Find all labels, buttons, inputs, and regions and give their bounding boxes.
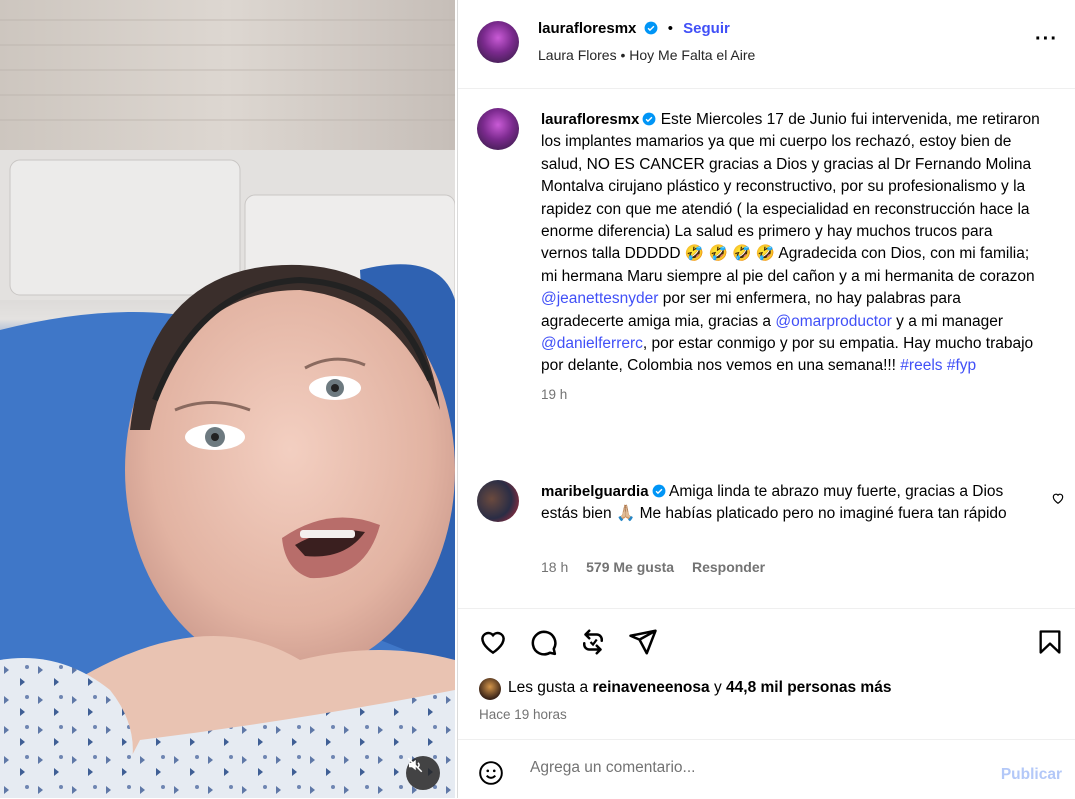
comment-body: maribelguardia Amiga linda te abrazo muy…	[541, 481, 1041, 526]
verified-badge-icon	[652, 484, 665, 498]
caption-time[interactable]: 19 h	[541, 387, 567, 402]
mention-link[interactable]: @omarproductor	[775, 313, 892, 330]
hashtag-link[interactable]: #reels	[900, 357, 942, 374]
likes-summary[interactable]: Les gusta a reinaveneenosa y 44,8 mil pe…	[508, 679, 891, 697]
emoji-icon[interactable]	[478, 760, 504, 786]
author-avatar[interactable]	[477, 21, 519, 63]
post-header: laurafloresmx • Seguir Laura Flores • Ho…	[458, 0, 1075, 89]
mention-link[interactable]: @danielferrerc	[541, 335, 643, 352]
caption-text: Este Miercoles 17 de Junio fui interveni…	[541, 111, 1040, 263]
reel-video[interactable]	[0, 0, 455, 798]
verified-badge-icon	[642, 112, 656, 126]
liker-username[interactable]: reinaveneenosa	[592, 679, 709, 696]
comment-likes[interactable]: 579 Me gusta	[586, 559, 674, 575]
caption-text: y a mi manager	[891, 312, 1004, 330]
follow-button[interactable]: Seguir	[683, 20, 730, 37]
add-comment-bar: Publicar	[458, 739, 1075, 799]
audio-subtitle[interactable]: Laura Flores • Hoy Me Falta el Aire	[538, 47, 755, 63]
post-actions: Les gusta a reinaveneenosa y 44,8 mil pe…	[458, 608, 1075, 739]
share-icon[interactable]	[578, 627, 608, 657]
author-username[interactable]: laurafloresmx	[538, 20, 636, 37]
commenter-avatar[interactable]	[477, 480, 519, 522]
comment-time[interactable]: 18 h	[541, 559, 568, 575]
likes-mid: y	[709, 679, 727, 696]
caption-username[interactable]: laurafloresmx	[541, 111, 639, 128]
comments-scroll[interactable]: laurafloresmx Este Miercoles 17 de Junio…	[458, 89, 1075, 607]
bookmark-icon[interactable]	[1036, 627, 1064, 657]
mute-button[interactable]	[406, 756, 440, 790]
comment-icon[interactable]	[528, 627, 558, 657]
liker-avatar[interactable]	[479, 678, 501, 700]
commenter-username[interactable]: maribelguardia	[541, 483, 649, 500]
comment-like-heart-icon[interactable]	[1051, 491, 1065, 505]
comment-meta: 18 h 579 Me gusta Responder	[541, 559, 765, 575]
send-icon[interactable]	[628, 627, 658, 657]
post-age[interactable]: Hace 19 horas	[479, 707, 567, 722]
comment-emoji: 🙏🏼	[615, 505, 636, 523]
separator-dot: •	[667, 20, 673, 37]
verified-badge-icon	[644, 21, 657, 35]
post-panel: laurafloresmx • Seguir Laura Flores • Ho…	[457, 0, 1075, 798]
caption-emojis: 🤣 🤣 🤣 🤣	[684, 245, 775, 263]
video-frame	[0, 0, 455, 798]
post-caption: laurafloresmx Este Miercoles 17 de Junio…	[541, 109, 1041, 406]
likes-prefix: Les gusta a	[508, 679, 593, 696]
hashtag-link[interactable]: #fyp	[947, 357, 976, 374]
caption-avatar[interactable]	[477, 108, 519, 150]
mention-link[interactable]: @jeanettesnyder	[541, 290, 658, 307]
more-options-icon[interactable]: ···	[1035, 28, 1058, 51]
comment-input[interactable]	[528, 758, 952, 778]
likes-count[interactable]: 44,8 mil personas más	[726, 679, 891, 696]
publish-button[interactable]: Publicar	[1001, 766, 1062, 784]
header-user-line: laurafloresmx • Seguir	[538, 20, 730, 37]
speaker-muted-icon	[407, 757, 423, 773]
heart-icon[interactable]	[478, 627, 508, 657]
reply-button[interactable]: Responder	[692, 559, 765, 575]
comment-text: Me habías platicado pero no imaginé fuer…	[635, 505, 1007, 523]
